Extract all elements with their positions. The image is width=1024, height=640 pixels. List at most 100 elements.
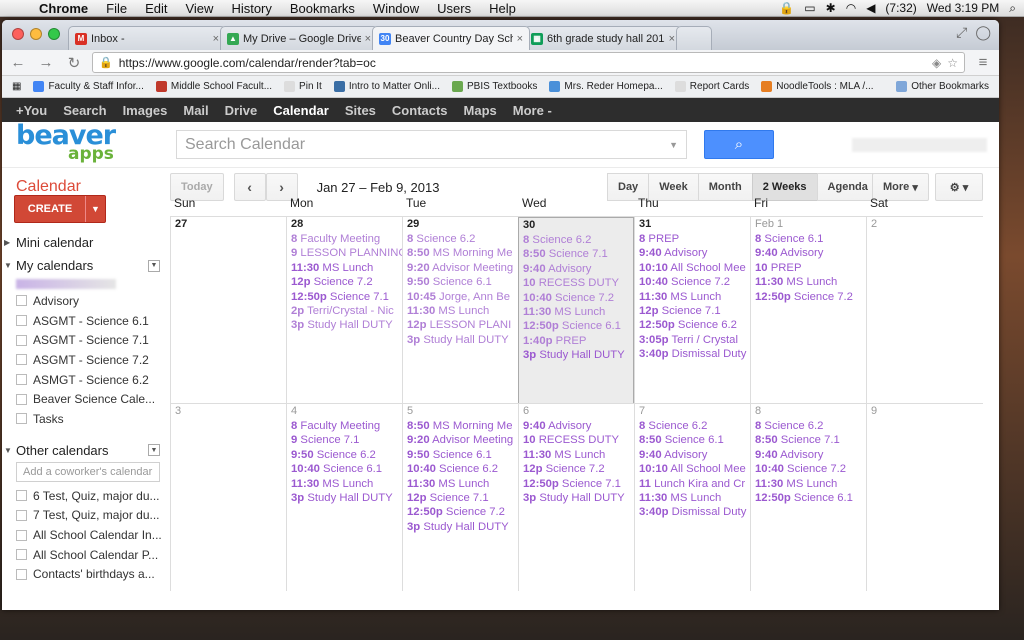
- calendar-event[interactable]: 3p Study Hall DUTY: [291, 491, 402, 505]
- gbar-item[interactable]: More -: [505, 103, 560, 118]
- calendar-event[interactable]: 12:50p Science 7.1: [523, 477, 634, 491]
- browser-tab[interactable]: ▦ 6th grade study hall 2012–2 ×: [524, 26, 682, 50]
- day-cell[interactable]: 3: [170, 404, 286, 591]
- bookmark-item[interactable]: PBIS Textbooks: [446, 81, 543, 92]
- calendar-event[interactable]: 11:30 MS Lunch: [755, 275, 866, 289]
- calendar-checkbox[interactable]: [16, 374, 27, 386]
- calendar-event[interactable]: 11:30 MS Lunch: [407, 304, 518, 318]
- day-cell[interactable]: 30 8 Science 6.2 8:50 Science 7.1 9:40 Advi…: [518, 217, 634, 404]
- calendar-event[interactable]: 3:40p Dismissal Duty: [639, 505, 750, 519]
- calendar-event[interactable]: 3p Study Hall DUTY: [407, 333, 518, 347]
- calendar-list-item[interactable]: ASGMT - Science 7.2: [0, 350, 168, 370]
- extension-icon[interactable]: ◈: [932, 56, 941, 70]
- wifi-icon[interactable]: ◠: [846, 1, 856, 15]
- calendar-event[interactable]: 8 Faculty Meeting: [291, 419, 402, 433]
- chrome-menu-icon[interactable]: ≡: [973, 54, 993, 71]
- calendar-event[interactable]: 12p LESSON PLANI: [407, 318, 518, 332]
- calendar-event[interactable]: 2p Terri/Crystal - Nic: [291, 304, 402, 318]
- calendar-event[interactable]: 8 Faculty Meeting: [291, 232, 402, 246]
- add-coworker-input[interactable]: Add a coworker's calendar: [16, 461, 160, 482]
- calendar-list-item[interactable]: Advisory: [0, 291, 168, 311]
- calendar-checkbox[interactable]: [16, 529, 27, 541]
- calendar-event[interactable]: 10:40 Science 7.2: [523, 291, 633, 305]
- day-cell[interactable]: 28 8 Faculty Meeting 9 LESSON PLANNING 11:3…: [286, 217, 402, 404]
- day-cell[interactable]: 6 9:40 Advisory 10 RECESS DUTY 11:30 MS Lun…: [518, 404, 634, 591]
- calendar-event[interactable]: 12p Science 7.1: [407, 491, 518, 505]
- day-cell[interactable]: 29 8 Science 6.2 8:50 MS Morning Me 9:20 Ad…: [402, 217, 518, 404]
- forward-icon[interactable]: →: [36, 54, 56, 71]
- day-cell[interactable]: 5 8:50 MS Morning Me 9:20 Advisor Meeting 9…: [402, 404, 518, 591]
- day-cell[interactable]: 31 8 PREP 9:40 Advisory 10:10 All School Me…: [634, 217, 750, 404]
- calendar-event[interactable]: 12:50p Science 7.2: [407, 505, 518, 519]
- calendar-list-item[interactable]: Beaver Science Cale...: [0, 389, 168, 409]
- calendar-event[interactable]: 11:30 MS Lunch: [291, 477, 402, 491]
- calendar-event[interactable]: 11:30 MS Lunch: [755, 477, 866, 491]
- bookmark-item[interactable]: Middle School Facult...: [150, 81, 278, 92]
- calendar-event[interactable]: 11:30 MS Lunch: [523, 305, 633, 319]
- calendar-event[interactable]: 9:50 Science 6.1: [407, 275, 518, 289]
- display-icon[interactable]: ▭: [804, 1, 815, 15]
- calendar-event[interactable]: 9:40 Advisory: [639, 246, 750, 260]
- fullscreen-icon[interactable]: ⤢: [956, 24, 967, 41]
- new-tab-button[interactable]: [676, 26, 712, 50]
- other-calendars-menu-icon[interactable]: ▼: [148, 444, 160, 457]
- day-number[interactable]: 2: [871, 218, 983, 232]
- calendar-event[interactable]: 10:10 All School Mee: [639, 261, 750, 275]
- calendar-event[interactable]: 9:20 Advisor Meeting: [407, 433, 518, 447]
- calendar-event[interactable]: 12p Science 7.1: [639, 304, 750, 318]
- calendar-event[interactable]: 11:30 MS Lunch: [639, 290, 750, 304]
- calendar-checkbox[interactable]: [16, 413, 27, 425]
- day-cell[interactable]: 78 Science 6.2 8:50 Science 6.1 9:40 Advis…: [634, 404, 750, 591]
- calendar-checkbox[interactable]: [16, 490, 27, 502]
- day-number[interactable]: 29: [407, 218, 518, 232]
- calendar-event[interactable]: 11:30 MS Lunch: [291, 261, 402, 275]
- bluetooth-icon[interactable]: ✱: [826, 1, 836, 15]
- calendar-list-item[interactable]: ASMGT - Science 6.2: [0, 370, 168, 390]
- calendar-event[interactable]: 3p Study Hall DUTY: [523, 491, 634, 505]
- calendar-list-item[interactable]: ASGMT - Science 6.1: [0, 311, 168, 331]
- calendar-checkbox[interactable]: [16, 549, 27, 561]
- calendar-event[interactable]: 8 Science 6.2: [407, 232, 518, 246]
- calendar-list-item[interactable]: Tasks: [0, 409, 168, 429]
- calendar-event[interactable]: 9:40 Advisory: [639, 448, 750, 462]
- day-number[interactable]: 8: [755, 405, 866, 419]
- other-bookmarks[interactable]: Other Bookmarks: [890, 81, 995, 92]
- beaver-apps-logo[interactable]: beaver apps: [2, 120, 172, 168]
- calendar-event[interactable]: 9:40 Advisory: [755, 448, 866, 462]
- calendar-list-item[interactable]: 6 Test, Quiz, major du...: [0, 486, 168, 506]
- volume-icon[interactable]: ◀: [866, 1, 875, 15]
- calendar-event[interactable]: 8:50 MS Morning Me: [407, 419, 518, 433]
- bookmark-star-icon[interactable]: ☆: [947, 56, 958, 70]
- calendar-event[interactable]: 10:40 Science 6.1: [291, 462, 402, 476]
- day-number[interactable]: 30: [523, 219, 633, 233]
- day-number[interactable]: 6: [523, 405, 634, 419]
- calendar-event[interactable]: 9:20 Advisor Meeting: [407, 261, 518, 275]
- lock-icon[interactable]: 🔒: [779, 1, 794, 15]
- tab-close-icon[interactable]: ×: [213, 33, 219, 45]
- gbar-item[interactable]: Images: [115, 103, 176, 118]
- bookmark-item[interactable]: NoodleTools : MLA /...: [755, 81, 879, 92]
- day-cell[interactable]: Feb 18 Science 6.1 9:40 Advisory 10 PREP 11…: [750, 217, 866, 404]
- reload-icon[interactable]: ↻: [64, 54, 84, 72]
- gbar-item[interactable]: Search: [55, 103, 114, 118]
- other-calendars-header[interactable]: ▼ Other calendars ▼: [0, 443, 168, 458]
- calendar-event[interactable]: 8:50 MS Morning Me: [407, 246, 518, 260]
- calendar-event[interactable]: 1:40p PREP: [523, 334, 633, 348]
- spotlight-icon[interactable]: ⌕: [1009, 1, 1016, 16]
- day-number[interactable]: 28: [291, 218, 402, 232]
- address-bar[interactable]: 🔒 https://www.google.com/calendar/render…: [92, 52, 965, 73]
- gbar-item[interactable]: Mail: [175, 103, 216, 118]
- day-cell[interactable]: 48 Faculty Meeting 9 Science 7.1 9:50 Scie…: [286, 404, 402, 591]
- calendar-event[interactable]: 9 Science 7.1: [291, 433, 402, 447]
- calendar-list-item[interactable]: Contacts' birthdays a...: [0, 565, 168, 585]
- calendar-event[interactable]: 11:30 MS Lunch: [523, 448, 634, 462]
- calendar-event[interactable]: 10 RECESS DUTY: [523, 433, 634, 447]
- calendar-event[interactable]: 8 Science 6.1: [755, 232, 866, 246]
- calendar-checkbox[interactable]: [16, 354, 27, 366]
- day-number[interactable]: 4: [291, 405, 402, 419]
- calendar-event[interactable]: 3:40p Dismissal Duty: [639, 347, 750, 361]
- day-number[interactable]: 31: [639, 218, 750, 232]
- day-cell[interactable]: 9: [866, 404, 983, 591]
- day-number[interactable]: 7: [639, 405, 750, 419]
- calendar-event[interactable]: 3p Study Hall DUTY: [407, 520, 518, 534]
